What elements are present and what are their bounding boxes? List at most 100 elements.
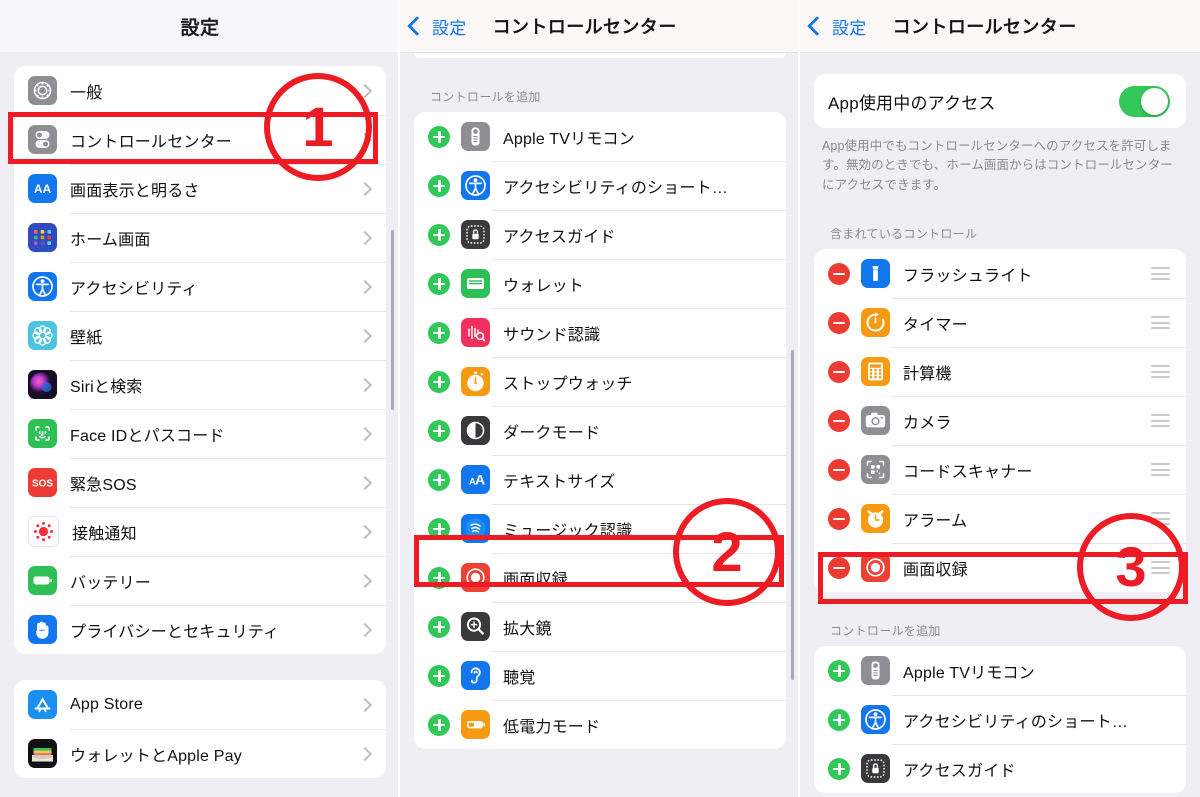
timer-icon — [861, 308, 890, 338]
list-item[interactable]: ミュージック認識 — [414, 504, 786, 553]
sidebar-item-home-screen[interactable]: ホーム画面 — [14, 213, 386, 262]
list-item[interactable]: 計算機 — [814, 347, 1186, 397]
gear-icon — [28, 76, 57, 105]
remove-control-button[interactable] — [828, 556, 850, 579]
list-item[interactable]: コードスキャナー — [814, 445, 1186, 495]
list-item[interactable]: カメラ — [814, 396, 1186, 446]
list-item[interactable]: フラッシュライト — [814, 249, 1186, 299]
section-header-add-controls: コントロールを追加 — [430, 90, 541, 104]
list-item[interactable]: 拡大鏡 — [414, 602, 786, 651]
settings-scroll-area[interactable]: 一般 コントロールセンター AA 画面表示と明るさ ホーム画面 アクセシビリティ… — [0, 52, 400, 797]
navbar-control-center-3: 設定 コントロールセンター — [800, 0, 1200, 53]
list-item-label: 拡大鏡 — [503, 620, 552, 638]
sidebar-item-wallpaper[interactable]: 壁紙 — [14, 311, 386, 360]
sidebar-item-label: 一般 — [70, 84, 103, 102]
add-control-button[interactable] — [428, 370, 450, 393]
add-control-button[interactable] — [428, 321, 450, 344]
sidebar-item-battery[interactable]: バッテリー — [14, 556, 386, 605]
hearing-icon — [461, 661, 490, 690]
list-item[interactable]: アクセスガイド — [814, 744, 1186, 794]
list-item-label: テキストサイズ — [503, 473, 616, 491]
scrollbar-panel1[interactable] — [391, 230, 394, 410]
back-button[interactable]: 設定 — [407, 14, 467, 39]
add-control-button[interactable] — [428, 125, 450, 148]
chevron-right-icon — [357, 697, 373, 712]
text-size-icon: AA — [461, 465, 490, 494]
list-item[interactable]: アクセシビリティのショート… — [414, 161, 786, 210]
row-access-in-apps[interactable]: App使用中のアクセス — [814, 74, 1186, 128]
sidebar-item-privacy-security[interactable]: プライバシーとセキュリティ — [14, 605, 386, 654]
control-center-scroll-area-3[interactable]: App使用中のアクセス App使用中でもコントロールセンターへのアクセスを許可し… — [800, 52, 1200, 797]
scrollbar-panel2[interactable] — [791, 350, 794, 680]
sidebar-item-display-brightness[interactable]: AA 画面表示と明るさ — [14, 164, 386, 213]
remove-control-button[interactable] — [828, 409, 850, 432]
add-control-button[interactable] — [428, 468, 450, 491]
remove-control-button[interactable] — [828, 360, 850, 383]
accessibility-icon — [461, 171, 490, 200]
add-control-button[interactable] — [428, 517, 450, 540]
add-control-button[interactable] — [428, 223, 450, 246]
add-control-button[interactable] — [428, 174, 450, 197]
drag-handle-icon[interactable] — [1151, 512, 1170, 526]
code-scanner-icon — [861, 455, 890, 485]
sidebar-item-control-center[interactable]: コントロールセンター — [14, 115, 386, 164]
sidebar-item-app-store[interactable]: App Store — [14, 680, 386, 729]
list-item[interactable]: アクセスガイド — [414, 210, 786, 259]
sidebar-item-wallet-apple-pay[interactable]: ウォレットとApple Pay — [14, 729, 386, 778]
privacy-icon — [28, 615, 57, 644]
list-item[interactable]: ウォレット — [414, 259, 786, 308]
list-item[interactable]: Apple TVリモコン — [814, 646, 1186, 696]
music-recognition-icon — [461, 514, 490, 543]
back-button[interactable]: 設定 — [807, 14, 867, 39]
panel-divider-2 — [798, 0, 800, 797]
add-control-button[interactable] — [828, 708, 850, 731]
list-item-label: コードスキャナー — [903, 463, 1033, 481]
drag-handle-icon[interactable] — [1151, 365, 1170, 379]
add-control-button[interactable] — [428, 272, 450, 295]
list-item[interactable]: タイマー — [814, 298, 1186, 348]
access-in-apps-toggle[interactable] — [1119, 85, 1170, 117]
drag-handle-icon[interactable] — [1151, 561, 1170, 575]
sidebar-item-siri-search[interactable]: Siriと検索 — [14, 360, 386, 409]
sidebar-item-face-id[interactable]: Face IDとパスコード — [14, 409, 386, 458]
add-control-button[interactable] — [428, 713, 450, 736]
list-item[interactable]: アクセシビリティのショート… — [814, 695, 1186, 745]
remove-control-button[interactable] — [828, 262, 850, 285]
list-item[interactable]: ダークモード — [414, 406, 786, 455]
list-item[interactable]: ストップウォッチ — [414, 357, 786, 406]
list-item[interactable]: 聴覚 — [414, 651, 786, 700]
add-control-button[interactable] — [828, 757, 850, 780]
remove-control-button[interactable] — [828, 458, 850, 481]
back-button-label: 設定 — [832, 18, 867, 38]
three-panel-tutorial-screenshot: 設定 一般 コントロールセンター AA 画面表示と明るさ ホーム画面 アクセシビ… — [0, 0, 1200, 797]
add-control-button[interactable] — [428, 664, 450, 687]
sidebar-item-exposure-notifications[interactable]: 接触通知 — [14, 507, 386, 556]
list-item[interactable]: アラーム — [814, 494, 1186, 544]
drag-handle-icon[interactable] — [1151, 463, 1170, 477]
add-control-button[interactable] — [828, 659, 850, 682]
control-center-scroll-area[interactable]: コントロールを追加 Apple TVリモコン アクセシビリティのショート… アク… — [400, 52, 800, 797]
list-item[interactable]: 低電力モード — [414, 700, 786, 749]
alarm-icon — [861, 504, 890, 534]
sidebar-item-general[interactable]: 一般 — [14, 66, 386, 115]
list-item-screen-recording[interactable]: 画面収録 — [814, 543, 1186, 593]
list-item[interactable]: AA テキストサイズ — [414, 455, 786, 504]
list-item-label: アクセシビリティのショート… — [503, 179, 729, 197]
sidebar-item-emergency-sos[interactable]: SOS 緊急SOS — [14, 458, 386, 507]
drag-handle-icon[interactable] — [1151, 267, 1170, 281]
drag-handle-icon[interactable] — [1151, 414, 1170, 428]
sidebar-item-accessibility[interactable]: アクセシビリティ — [14, 262, 386, 311]
list-item[interactable]: サウンド認識 — [414, 308, 786, 357]
chevron-right-icon — [357, 426, 373, 441]
panel-control-center-add: 設定 コントロールセンター コントロールを追加 Apple TVリモコン アクセ… — [400, 0, 800, 797]
remove-control-button[interactable] — [828, 507, 850, 530]
remove-control-button[interactable] — [828, 311, 850, 334]
list-item[interactable]: Apple TVリモコン — [414, 112, 786, 161]
list-item-screen-recording[interactable]: 画面収録 — [414, 553, 786, 602]
add-control-button[interactable] — [428, 566, 450, 589]
add-control-button[interactable] — [428, 615, 450, 638]
list-item-label: Apple TVリモコン — [503, 130, 635, 148]
drag-handle-icon[interactable] — [1151, 316, 1170, 330]
add-control-button[interactable] — [428, 419, 450, 442]
sound-recognition-icon — [461, 318, 490, 347]
